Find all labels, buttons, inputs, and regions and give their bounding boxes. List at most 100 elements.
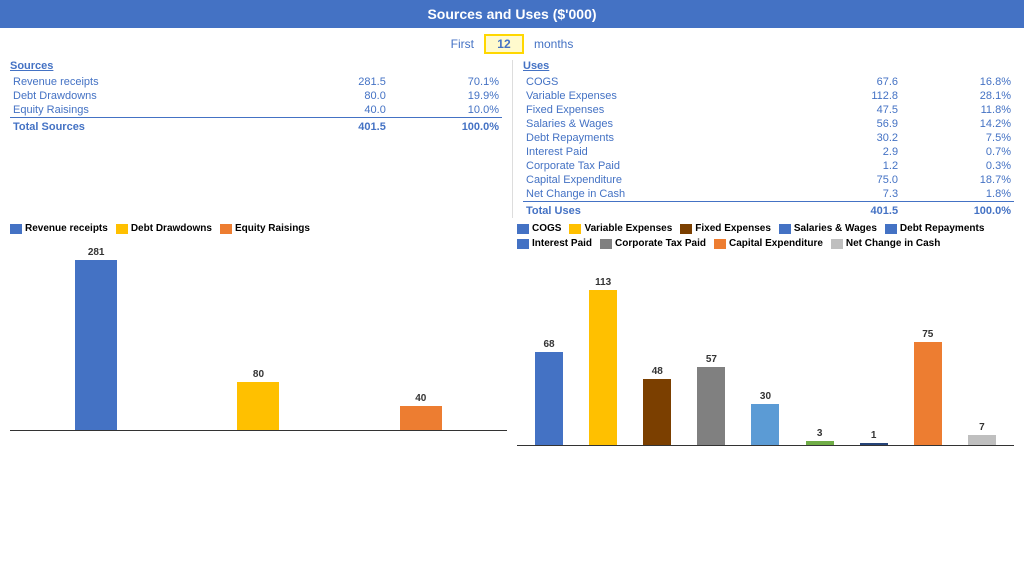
uses-label-1: Variable Expenses	[523, 89, 793, 103]
uses-row: Capital Expenditure 75.0 18.7%	[523, 173, 1014, 187]
right-chart-baseline	[517, 445, 1014, 446]
right-legend-label-4: Debt Repayments	[900, 223, 984, 234]
right-legend-item-5: Interest Paid	[517, 238, 592, 249]
uses-label-2: Fixed Expenses	[523, 103, 793, 117]
uses-pct-1: 28.1%	[901, 89, 1014, 103]
right-legend-color-0	[517, 224, 529, 234]
right-bar-4	[751, 404, 779, 445]
right-legend-item-6: Corporate Tax Paid	[600, 238, 706, 249]
right-bar-label-0: 68	[543, 339, 554, 350]
uses-total-row: Total Uses 401.5 100.0%	[523, 202, 1014, 219]
left-chart-bars: 281 80 40	[10, 240, 507, 430]
right-bar-group-8: 7	[968, 422, 996, 445]
right-legend-color-5	[517, 239, 529, 249]
left-legend-color-0	[10, 224, 22, 234]
left-chart: Revenue receipts Debt Drawdowns Equity Rai…	[5, 223, 512, 446]
uses-value-2: 47.5	[793, 103, 901, 117]
right-legend-label-5: Interest Paid	[532, 238, 592, 249]
right-bar-3	[697, 367, 725, 445]
uses-total-label: Total Uses	[523, 202, 793, 219]
right-bar-8	[968, 435, 996, 445]
sources-value-1: 80.0	[281, 89, 389, 103]
left-bar-label-2: 40	[415, 393, 426, 404]
uses-pct-6: 0.3%	[901, 159, 1014, 173]
uses-pct-8: 1.8%	[901, 187, 1014, 202]
right-legend-color-4	[885, 224, 897, 234]
uses-row: Net Change in Cash 7.3 1.8%	[523, 187, 1014, 202]
sources-row: Revenue receipts 281.5 70.1%	[10, 75, 502, 89]
sources-label-0: Revenue receipts	[10, 75, 281, 89]
right-bar-label-7: 75	[922, 329, 933, 340]
right-bar-group-2: 48	[643, 366, 671, 445]
uses-row: Fixed Expenses 47.5 11.8%	[523, 103, 1014, 117]
left-chart-baseline	[10, 430, 507, 431]
left-bar-2	[400, 406, 442, 430]
left-legend-label-1: Debt Drawdowns	[131, 223, 212, 234]
sources-panel: Sources Revenue receipts 281.5 70.1% Deb…	[0, 60, 512, 218]
uses-value-3: 56.9	[793, 117, 901, 131]
left-bar-label-0: 281	[88, 247, 105, 258]
sources-total-pct: 100.0%	[389, 118, 502, 135]
left-legend-label-0: Revenue receipts	[25, 223, 108, 234]
right-bar-label-2: 48	[652, 366, 663, 377]
left-legend-color-1	[116, 224, 128, 234]
right-legend-item-4: Debt Repayments	[885, 223, 984, 234]
right-bar-7	[914, 342, 942, 445]
sources-total-row: Total Sources 401.5 100.0%	[10, 118, 502, 135]
right-legend-label-0: COGS	[532, 223, 561, 234]
right-legend-item-8: Net Change in Cash	[831, 238, 940, 249]
right-legend-item-1: Variable Expenses	[569, 223, 672, 234]
right-bar-2	[643, 379, 671, 445]
uses-pct-2: 11.8%	[901, 103, 1014, 117]
right-bar-label-4: 30	[760, 391, 771, 402]
right-bar-group-6: 1	[860, 430, 888, 445]
uses-pct-5: 0.7%	[901, 145, 1014, 159]
months-input[interactable]: 12	[484, 34, 524, 54]
right-bar-6	[860, 443, 888, 445]
right-chart-bars: 68 113 48 57 30 3 1 75 7	[517, 255, 1014, 445]
right-bar-5	[806, 441, 834, 445]
right-legend-color-1	[569, 224, 581, 234]
uses-value-7: 75.0	[793, 173, 901, 187]
left-bar-1	[237, 382, 279, 430]
uses-table: COGS 67.6 16.8% Variable Expenses 112.8 …	[523, 75, 1014, 218]
uses-total-pct: 100.0%	[901, 202, 1014, 219]
charts-area: Revenue receipts Debt Drawdowns Equity Rai…	[0, 223, 1024, 446]
uses-row: Interest Paid 2.9 0.7%	[523, 145, 1014, 159]
sources-table: Revenue receipts 281.5 70.1% Debt Drawdo…	[10, 75, 502, 134]
left-bar-0	[75, 260, 117, 430]
uses-row: Corporate Tax Paid 1.2 0.3%	[523, 159, 1014, 173]
uses-label-3: Salaries & Wages	[523, 117, 793, 131]
uses-row: COGS 67.6 16.8%	[523, 75, 1014, 89]
right-bar-group-5: 3	[806, 428, 834, 445]
right-bar-label-6: 1	[871, 430, 877, 441]
right-bar-group-4: 30	[751, 391, 779, 445]
right-bar-0	[535, 352, 563, 445]
right-chart: COGS Variable Expenses Fixed Expenses Salar…	[512, 223, 1019, 446]
right-legend-label-2: Fixed Expenses	[695, 223, 771, 234]
uses-value-1: 112.8	[793, 89, 901, 103]
right-legend-item-3: Salaries & Wages	[779, 223, 877, 234]
right-legend-label-3: Salaries & Wages	[794, 223, 877, 234]
uses-pct-3: 14.2%	[901, 117, 1014, 131]
uses-label-0: COGS	[523, 75, 793, 89]
right-bar-label-5: 3	[817, 428, 823, 439]
uses-value-5: 2.9	[793, 145, 901, 159]
uses-value-8: 7.3	[793, 187, 901, 202]
right-legend-label-7: Capital Expenditure	[729, 238, 823, 249]
left-legend-item-0: Revenue receipts	[10, 223, 108, 234]
right-legend-item-0: COGS	[517, 223, 561, 234]
data-area: Sources Revenue receipts 281.5 70.1% Deb…	[0, 60, 1024, 218]
months-pre-label: First	[451, 37, 474, 51]
uses-pct-7: 18.7%	[901, 173, 1014, 187]
right-legend-color-6	[600, 239, 612, 249]
sources-pct-0: 70.1%	[389, 75, 502, 89]
uses-value-0: 67.6	[793, 75, 901, 89]
left-chart-legend: Revenue receipts Debt Drawdowns Equity Rai…	[10, 223, 507, 234]
uses-total-value: 401.5	[793, 202, 901, 219]
right-bar-1	[589, 290, 617, 445]
right-bar-label-8: 7	[979, 422, 985, 433]
uses-panel: Uses COGS 67.6 16.8% Variable Expenses 1…	[512, 60, 1024, 218]
left-legend-label-2: Equity Raisings	[235, 223, 310, 234]
right-legend-label-6: Corporate Tax Paid	[615, 238, 706, 249]
